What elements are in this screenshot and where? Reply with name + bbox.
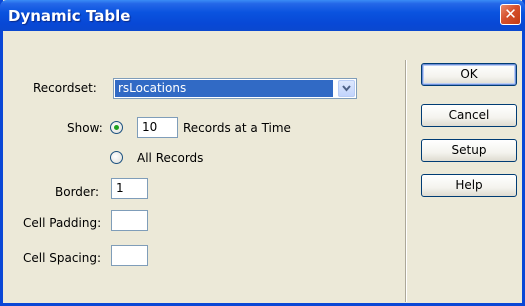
cell-spacing-label: Cell Spacing: bbox=[23, 251, 102, 265]
records-count-input[interactable]: 10 bbox=[137, 117, 178, 138]
border-input[interactable]: 1 bbox=[111, 178, 148, 199]
recordset-select[interactable]: rsLocations bbox=[113, 78, 357, 99]
recordset-label: Recordset: bbox=[33, 81, 97, 95]
recordset-selected-value: rsLocations bbox=[115, 80, 333, 97]
title-bar[interactable]: Dynamic Table ✕ bbox=[0, 0, 525, 31]
all-records-label: All Records bbox=[137, 151, 204, 165]
all-records-radio[interactable] bbox=[110, 151, 123, 164]
records-at-a-time-radio[interactable] bbox=[110, 121, 123, 134]
close-button[interactable]: ✕ bbox=[500, 4, 521, 25]
records-at-a-time-label: Records at a Time bbox=[183, 121, 291, 135]
border-label: Border: bbox=[55, 185, 100, 199]
vertical-divider bbox=[405, 60, 407, 302]
dialog-title: Dynamic Table bbox=[8, 7, 131, 25]
show-label: Show: bbox=[67, 121, 103, 135]
cell-spacing-input[interactable] bbox=[111, 245, 148, 266]
ok-button[interactable]: OK bbox=[421, 63, 517, 86]
cancel-button[interactable]: Cancel bbox=[421, 104, 517, 127]
cell-padding-label: Cell Padding: bbox=[23, 216, 102, 230]
chevron-down-icon[interactable] bbox=[338, 80, 355, 97]
cell-padding-input[interactable] bbox=[111, 210, 148, 231]
setup-button[interactable]: Setup bbox=[421, 139, 517, 162]
close-icon: ✕ bbox=[504, 5, 517, 23]
dynamic-table-dialog: Dynamic Table ✕ Recordset: rsLocations S… bbox=[0, 0, 525, 306]
help-button[interactable]: Help bbox=[421, 174, 517, 197]
